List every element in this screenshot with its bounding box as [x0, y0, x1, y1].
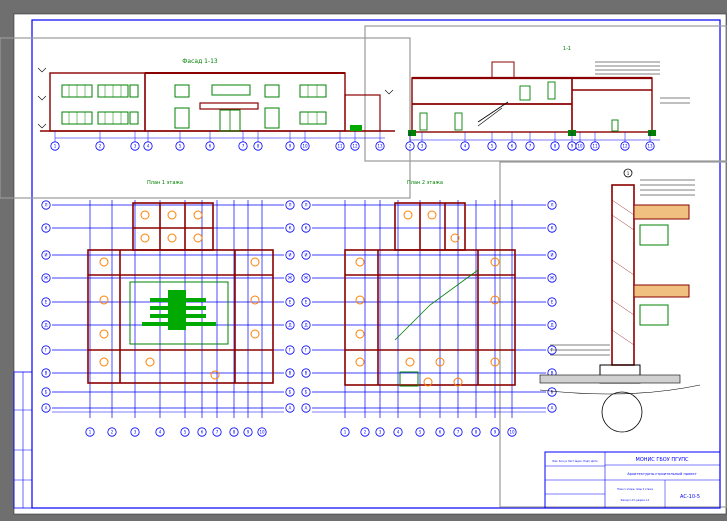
title-project: Архитектурно-строительный проект — [627, 472, 697, 476]
title-row3: Фасад 1-13, разрез 1-1 — [621, 499, 650, 502]
section-axis-3-label: 3 — [421, 144, 424, 149]
plan2-right-axis-И-label: И — [551, 253, 554, 258]
plan2-left-axis-Б-label: Б — [305, 390, 308, 395]
section-axis-6-label: 6 — [511, 144, 514, 149]
plan1-right-axis-Д-label: Д — [288, 323, 291, 328]
plan1-left-axis-Ж-label: Ж — [44, 276, 49, 281]
plan1-bottom-axis-8-label: 8 — [233, 430, 236, 435]
plan2-bottom-axis-9-label: 9 — [494, 430, 497, 435]
plan1-right-axis-Л-label: Л — [288, 203, 291, 208]
plan2-bottom-axis-2-label: 2 — [364, 430, 367, 435]
cad-drawing-sheet: Фасад 1-13 1 2 3 4 5 6 7 8 9 10 11 12 13… — [0, 13, 727, 515]
section-axis-10-label: 10 — [577, 144, 583, 149]
facade-axis-2-label: 2 — [99, 144, 102, 149]
plan2-right-axis-Л-label: Л — [550, 203, 553, 208]
title-row1: Изм. Кол.уч Лист №док. Подп. Дата — [553, 460, 599, 463]
facade-axis-8-label: 8 — [257, 144, 260, 149]
section-axis-7-label: 7 — [529, 144, 532, 149]
plan1-bottom-axis-6-label: 6 — [201, 430, 204, 435]
plan2-bottom-axis-10-label: 10 — [509, 430, 515, 435]
plan1-right-axis-И-label: И — [289, 253, 292, 258]
plan2-title: План 2 этажа — [407, 180, 443, 186]
detail-label: 1 — [627, 171, 630, 176]
plan1-bottom-axis-10-label: 10 — [259, 430, 265, 435]
plan1-left-axis-Л-label: Л — [44, 203, 47, 208]
section-axis-4-label: 4 — [464, 144, 467, 149]
plan1-bottom-axis-4-label: 4 — [159, 430, 162, 435]
plan1-bottom-axis-9-label: 9 — [247, 430, 250, 435]
plan2-left-axis-Л-label: Л — [304, 203, 307, 208]
plan1-left-axis-И-label: И — [45, 253, 48, 258]
plan2-bottom-axis-4-label: 4 — [397, 430, 400, 435]
title-school: МОНИС ГБОУ ПГУПС — [636, 457, 689, 463]
plan2-bottom-axis-5-label: 5 — [419, 430, 422, 435]
plan2-left-axis-Д-label: Д — [304, 323, 307, 328]
plan1-left-axis-Б-label: Б — [45, 390, 48, 395]
plan2-left-axis-И-label: И — [305, 253, 308, 258]
section-axis-9-label: 9 — [571, 144, 574, 149]
section-axis-12-label: 12 — [622, 144, 628, 149]
plan2-left-axis-В-label: В — [305, 371, 308, 376]
title-row2: План 1 этажа, план 2 этажа — [617, 488, 653, 491]
plan1-left-axis-К-label: К — [45, 226, 48, 231]
plan1-right-axis-В-label: В — [289, 371, 292, 376]
plan1-left-axis-В-label: В — [45, 371, 48, 376]
title-code: АС-10-5 — [680, 494, 700, 500]
plan2-bottom-axis-7-label: 7 — [457, 430, 460, 435]
plan2-right-axis-Ж-label: Ж — [550, 276, 555, 281]
plan1-right-axis-А-label: А — [289, 406, 292, 411]
plan1-right-axis-Ж-label: Ж — [288, 276, 293, 281]
facade-axis-13-label: 13 — [377, 144, 383, 149]
plan1-bottom-axis-1-label: 1 — [89, 430, 92, 435]
section-axis-11-label: 11 — [592, 144, 598, 149]
plan2-bottom-axis-6-label: 6 — [439, 430, 442, 435]
facade-axis-7-label: 7 — [242, 144, 245, 149]
plan2-right-axis-Д-label: Д — [550, 323, 553, 328]
plan1-left-axis-Д-label: Д — [44, 323, 47, 328]
facade-axis-6-label: 6 — [209, 144, 212, 149]
plan1-bottom-axis-3-label: 3 — [134, 430, 137, 435]
facade-axis-9-label: 9 — [289, 144, 292, 149]
facade-axis-10-label: 10 — [302, 144, 308, 149]
plan2-left-axis-К-label: К — [305, 226, 308, 231]
plan1-bottom-axis-5-label: 5 — [184, 430, 187, 435]
facade-axis-12-label: 12 — [352, 144, 358, 149]
plan2-bottom-axis-1-label: 1 — [344, 430, 347, 435]
plan1-right-axis-К-label: К — [289, 226, 292, 231]
plan1-title: План 1 этажа — [147, 180, 183, 186]
section-axis-5-label: 5 — [491, 144, 494, 149]
section-axis-13-label: 13 — [647, 144, 653, 149]
plan2-left-axis-А-label: А — [305, 406, 308, 411]
plan2-right-axis-А-label: А — [551, 406, 554, 411]
plan2-right-axis-К-label: К — [551, 226, 554, 231]
plan1-bottom-axis-7-label: 7 — [216, 430, 219, 435]
facade-axis-11-label: 11 — [337, 144, 343, 149]
facade-axis-4-label: 4 — [147, 144, 150, 149]
section-axis-8-label: 8 — [554, 144, 557, 149]
plan1-bottom-axis-2-label: 2 — [111, 430, 114, 435]
plan2-bottom-axis-8-label: 8 — [475, 430, 478, 435]
section-title: 1-1 — [563, 46, 571, 52]
plan2-left-axis-Ж-label: Ж — [304, 276, 309, 281]
plan1-left-axis-А-label: А — [45, 406, 48, 411]
plan1-right-axis-Б-label: Б — [289, 390, 292, 395]
facade-axis-3-label: 3 — [134, 144, 137, 149]
facade-axis-1-label: 1 — [54, 144, 57, 149]
plan2-right-axis-Б-label: Б — [551, 390, 554, 395]
section-axis-2-label: 2 — [409, 144, 412, 149]
plan2-bottom-axis-3-label: 3 — [379, 430, 382, 435]
facade-axis-5-label: 5 — [179, 144, 182, 149]
facade-title: Фасад 1-13 — [182, 58, 218, 65]
